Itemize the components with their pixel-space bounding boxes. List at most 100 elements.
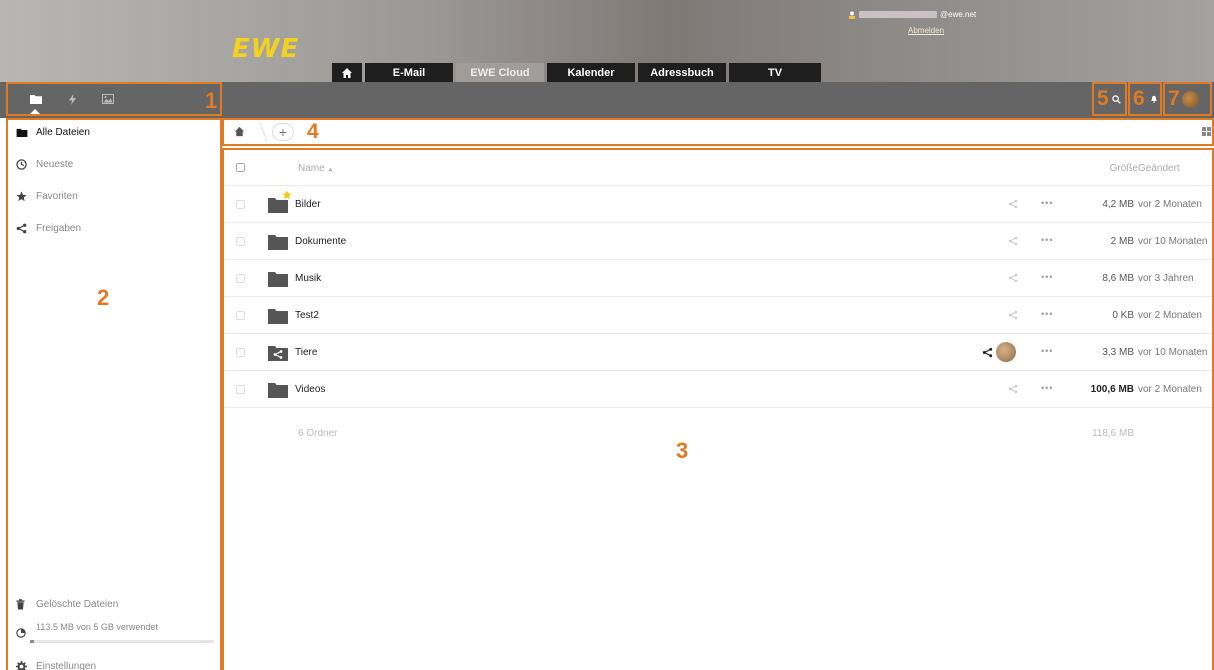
breadcrumb-separator <box>248 123 268 141</box>
more-options-button[interactable]: ••• <box>1041 235 1053 245</box>
file-row-tiere[interactable]: Tiere ••• 3,3 MB vor 10 Monaten <box>224 334 1212 371</box>
share-icon <box>16 223 27 233</box>
folder-icon <box>268 383 288 398</box>
annotation-2: 2 <box>97 285 110 310</box>
grid-icon-cell <box>1207 127 1211 131</box>
file-size: 2 MB <box>1110 236 1134 247</box>
column-name-header[interactable]: Name ▲ <box>298 163 333 174</box>
search-box[interactable]: 5 <box>1092 82 1127 116</box>
app-header: EWE @ewe.net Abmelden E-Mail EWE Cloud K… <box>0 0 1214 82</box>
annotation-3: 3 <box>676 438 689 463</box>
row-checkbox[interactable] <box>236 348 245 357</box>
sidebar-item-label: Einstellungen <box>36 660 97 670</box>
more-options-button[interactable]: ••• <box>1041 198 1053 208</box>
file-size: 3,3 MB <box>1102 347 1134 358</box>
select-all-checkbox[interactable] <box>236 163 245 172</box>
file-row-bilder[interactable]: Bilder ••• 4,2 MB vor 2 Monaten <box>224 186 1212 223</box>
row-checkbox[interactable] <box>236 200 245 209</box>
sidebar-item-alle-dateien[interactable]: Alle Dateien <box>16 124 90 140</box>
grid-icon-cell <box>1207 132 1211 136</box>
file-name[interactable]: Tiere <box>295 347 317 358</box>
nav-tab-tv[interactable]: TV <box>729 63 821 82</box>
file-row-videos[interactable]: Videos ••• 100,6 MB vor 2 Monaten <box>224 371 1212 408</box>
breadcrumb-home[interactable] <box>234 126 245 140</box>
file-row-musik[interactable]: Musik ••• 8,6 MB vor 3 Jahren <box>224 260 1212 297</box>
share-icon[interactable] <box>1008 384 1018 394</box>
annotation-1: 1 <box>205 88 218 113</box>
share-icon[interactable] <box>1008 236 1018 246</box>
bell-icon[interactable] <box>1150 95 1158 103</box>
annotation-5: 5 <box>1097 87 1109 110</box>
tab-files[interactable] <box>18 84 54 114</box>
folder-icon <box>268 235 288 250</box>
more-options-button[interactable]: ••• <box>1041 346 1053 356</box>
sidebar-item-geloeschte-dateien[interactable]: Gelöschte Dateien <box>16 596 118 612</box>
column-size-header[interactable]: Größe <box>1074 163 1138 174</box>
file-name[interactable]: Musik <box>295 273 321 284</box>
clock-icon <box>16 158 27 170</box>
nav-tab-kalender[interactable]: Kalender <box>547 63 635 82</box>
tab-gallery[interactable] <box>90 84 126 114</box>
tab-activity[interactable] <box>54 84 90 114</box>
file-size: 4,2 MB <box>1102 199 1134 210</box>
sidebar-item-freigaben[interactable]: Freigaben <box>16 220 81 236</box>
nav-tab-adressbuch[interactable]: Adressbuch <box>638 63 726 82</box>
nav-tab-email[interactable]: E-Mail <box>365 63 453 82</box>
row-checkbox[interactable] <box>236 274 245 283</box>
share-icon[interactable] <box>982 347 993 358</box>
more-options-button[interactable]: ••• <box>1041 309 1053 319</box>
new-item-button[interactable]: + <box>272 123 294 141</box>
row-checkbox[interactable] <box>236 311 245 320</box>
user-account: @ewe.net <box>848 10 976 19</box>
search-icon[interactable] <box>1111 94 1121 104</box>
grid-icon-cell <box>1202 132 1206 136</box>
profile-box[interactable]: 7 <box>1163 82 1212 116</box>
file-name[interactable]: Videos <box>295 384 325 395</box>
nav-home-button[interactable] <box>332 63 362 82</box>
row-checkbox[interactable] <box>236 237 245 246</box>
column-name-label: Name <box>298 163 325 174</box>
sidebar-item-einstellungen[interactable]: Einstellungen <box>16 658 96 670</box>
user-email-domain: @ewe.net <box>940 10 977 19</box>
column-modified-header[interactable]: Geändert <box>1138 163 1180 174</box>
notifications-box[interactable]: 6 <box>1128 82 1162 116</box>
share-icon[interactable] <box>1008 310 1018 320</box>
quota-label: 113.5 MB von 5 GB verwendet <box>36 622 158 632</box>
more-options-button[interactable]: ••• <box>1041 272 1053 282</box>
file-name[interactable]: Test2 <box>295 310 319 321</box>
gear-icon <box>16 660 27 670</box>
grid-view-toggle[interactable] <box>1202 127 1211 136</box>
file-size: 100,6 MB <box>1090 384 1134 395</box>
file-name[interactable]: Dokumente <box>295 236 346 247</box>
folder-icon <box>16 128 28 137</box>
ewe-logo[interactable]: EWE <box>232 34 299 64</box>
nav-tab-ewe-cloud[interactable]: EWE Cloud <box>456 63 544 82</box>
activity-icon <box>68 93 76 105</box>
shared-folder-icon <box>268 346 288 361</box>
file-name[interactable]: Bilder <box>295 199 321 210</box>
user-icon <box>848 10 856 19</box>
share-icon[interactable] <box>1008 273 1018 283</box>
sidebar-item-neueste[interactable]: Neueste <box>16 156 73 172</box>
sidebar-item-favoriten[interactable]: Favoriten <box>16 188 78 204</box>
file-list-header: Name ▲ Größe Geändert <box>224 150 1212 186</box>
more-options-button[interactable]: ••• <box>1041 383 1053 393</box>
quota-progress-fill <box>30 640 34 643</box>
share-icon[interactable] <box>1008 199 1018 209</box>
annotation-6: 6 <box>1133 87 1145 110</box>
file-row-dokumente[interactable]: Dokumente ••• 2 MB vor 10 Monaten <box>224 223 1212 260</box>
logout-link[interactable]: Abmelden <box>908 26 944 35</box>
quota-pie-icon <box>16 628 26 638</box>
shared-with-avatar[interactable] <box>996 342 1016 362</box>
grid-icon-cell <box>1202 127 1206 131</box>
folder-icon <box>268 309 288 324</box>
file-size: 8,6 MB <box>1102 273 1134 284</box>
quota-info: 113.5 MB von 5 GB verwendet <box>16 622 158 638</box>
image-icon <box>102 94 114 104</box>
file-modified: vor 2 Monaten <box>1138 199 1202 210</box>
avatar[interactable] <box>1181 90 1199 108</box>
sidebar-tab-bar <box>6 82 222 116</box>
file-row-test2[interactable]: Test2 ••• 0 KB vor 2 Monaten <box>224 297 1212 334</box>
row-checkbox[interactable] <box>236 385 245 394</box>
favorite-star-icon[interactable] <box>282 190 292 200</box>
